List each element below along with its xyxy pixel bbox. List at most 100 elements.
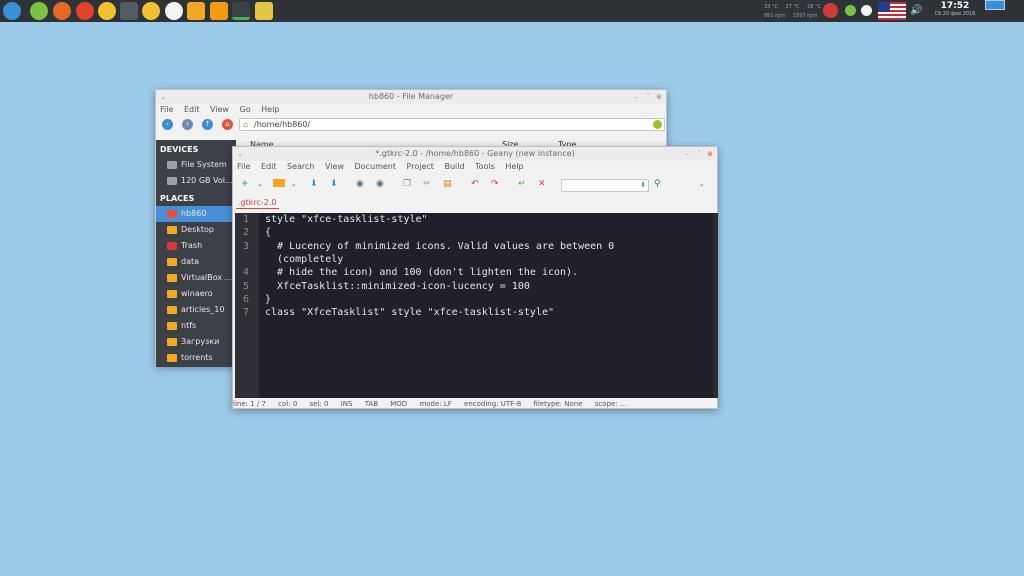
folder-icon (167, 354, 177, 362)
folder-icon[interactable] (187, 2, 205, 20)
folder-icon (167, 258, 177, 266)
forward-icon[interactable]: › (182, 119, 193, 130)
sidebar-item-downloads[interactable]: Загрузки (156, 334, 236, 350)
mail-icon[interactable] (98, 2, 116, 20)
keyboard-layout-flag-icon[interactable] (878, 2, 906, 20)
folder-icon (167, 322, 177, 330)
geany-maximize-button[interactable]: ˇ (698, 147, 702, 161)
firefox-dev-icon[interactable] (76, 2, 94, 20)
sensor-readouts: 33 °C 27 °C 28 °C 951 rpm 1597 rpm (764, 3, 827, 21)
geany-menu-icon[interactable]: ⌄ (237, 147, 243, 161)
show-desktop-button[interactable] (985, 0, 1005, 10)
vim-icon[interactable] (232, 2, 250, 20)
status-sel: sel: 0 (309, 400, 329, 408)
clock[interactable]: 17:52 Сб 20 фев 2016 (930, 1, 980, 17)
geany-menu-file[interactable]: File (237, 162, 250, 171)
devices-heading: DEVICES (160, 145, 199, 154)
stop-icon[interactable]: ✕ (538, 179, 546, 189)
sidebar-item-volume[interactable]: 120 GB Vol... (156, 173, 236, 189)
top-panel: 33 °C 27 °C 28 °C 951 rpm 1597 rpm 🔊 17:… (0, 0, 1024, 22)
revert-icon[interactable]: ◉ (356, 179, 364, 189)
sidebar-item-label: ntfs (181, 321, 197, 330)
toolbar-overflow-icon[interactable]: ⌄ (699, 179, 705, 189)
fm-menu-edit[interactable]: Edit (184, 105, 200, 114)
geany-titlebar[interactable]: ⌄ *.gtkrc-2.0 - /home/hb860 - Geany (new… (233, 147, 717, 161)
sidebar-item-trash[interactable]: Trash (156, 238, 236, 254)
geany-menu-help[interactable]: Help (505, 162, 523, 171)
search-icon[interactable]: ⚲ (654, 179, 661, 189)
geany-menu-build[interactable]: Build (444, 162, 464, 171)
drive-icon (167, 161, 177, 169)
open-file-icon[interactable] (273, 179, 285, 187)
geany-menu-edit[interactable]: Edit (261, 162, 277, 171)
save-all-icon[interactable]: ⬇ (330, 179, 338, 189)
code-editor[interactable]: 1 23 456 7 style "xfce-tasklist-style" { # L… (235, 213, 718, 398)
browser-green-icon[interactable] (30, 2, 48, 20)
geany-close-button[interactable]: ⊗ (707, 147, 713, 161)
volume-icon[interactable]: 🔊 (910, 5, 922, 16)
fm-menu-help[interactable]: Help (261, 105, 279, 114)
paste-icon[interactable]: ▤ (443, 179, 452, 189)
open-dropdown-icon[interactable]: ⌄ (291, 179, 297, 189)
line-number: 7 (242, 307, 249, 319)
home-folder-icon (167, 210, 177, 218)
fm-menu-view[interactable]: View (210, 105, 229, 114)
jump-icon[interactable]: ↵ (518, 179, 526, 189)
save-icon[interactable]: ⬇ (310, 179, 318, 189)
fm-maximize-button[interactable]: ˇ (647, 90, 651, 104)
fm-minimize-button[interactable]: – (635, 90, 639, 104)
geany-menu-tools[interactable]: Tools (475, 162, 495, 171)
geany-icon[interactable] (142, 2, 160, 20)
undo-icon[interactable]: ↶ (471, 179, 479, 189)
back-icon[interactable]: ‹ (162, 119, 173, 130)
new-file-icon[interactable]: + (241, 179, 249, 189)
update-icon[interactable] (823, 3, 838, 18)
geany-menu-view[interactable]: View (325, 162, 344, 171)
terminal-icon[interactable] (120, 2, 138, 20)
vertical-scrollbar[interactable] (713, 213, 718, 398)
search-clear-icon[interactable]: ⬇ (640, 181, 646, 189)
geany-title: *.gtkrc-2.0 - /home/hb860 - Geany (new i… (375, 149, 575, 158)
go-icon[interactable] (653, 120, 662, 129)
app-menu-icon[interactable] (3, 2, 21, 20)
task-manager-icon[interactable] (165, 2, 183, 20)
sidebar-item-desktop[interactable]: Desktop (156, 222, 236, 238)
folder-home-icon[interactable] (210, 2, 228, 20)
fm-close-button[interactable]: ⊗ (656, 90, 662, 104)
sidebar-item-home[interactable]: hb860 (156, 206, 236, 222)
search-input[interactable]: ⬇ (561, 179, 649, 192)
line-number: 3 (242, 240, 249, 252)
sidebar-item-virtualbox[interactable]: VirtualBox ... (156, 270, 236, 286)
geany-menu-document[interactable]: Document (355, 162, 396, 171)
line-number: 6 (242, 293, 249, 305)
cut-icon[interactable]: ✂ (423, 179, 431, 189)
geany-minimize-button[interactable]: – (686, 147, 690, 161)
close-doc-icon[interactable]: ◉ (376, 179, 384, 189)
location-bar[interactable]: ⌂ /home/hb860/ (239, 118, 665, 131)
fm-menu-icon[interactable]: ⌄ (160, 90, 166, 104)
sidebar-item-torrents[interactable]: torrents (156, 350, 236, 366)
sidebar-item-winaero[interactable]: winaero (156, 286, 236, 302)
temp-3: 28 °C (807, 4, 822, 10)
chat-icon[interactable] (861, 5, 872, 16)
path-home-icon: ⌂ (243, 120, 249, 129)
fm-titlebar[interactable]: ⌄ hb860 - File Manager – ˇ ⊗ (156, 90, 666, 104)
copy-icon[interactable]: ❐ (403, 179, 411, 189)
redo-icon[interactable]: ↷ (491, 179, 499, 189)
geany-menu-search[interactable]: Search (287, 162, 314, 171)
tools-icon[interactable] (255, 2, 273, 20)
code-line: (completely (265, 253, 344, 265)
new-dropdown-icon[interactable]: ⌄ (257, 179, 263, 189)
network-icon[interactable] (845, 5, 856, 16)
fm-menu-file[interactable]: File (160, 105, 173, 114)
geany-menu-project[interactable]: Project (407, 162, 434, 171)
sidebar-item-articles[interactable]: articles_10 (156, 302, 236, 318)
tab-gtkrc[interactable]: .gtkrc-2.0 (236, 197, 279, 209)
fm-menu-go[interactable]: Go (240, 105, 251, 114)
sidebar-item-filesystem[interactable]: File System (156, 157, 236, 173)
home-icon[interactable]: ⌂ (222, 119, 233, 130)
firefox-icon[interactable] (53, 2, 71, 20)
sidebar-item-ntfs[interactable]: ntfs (156, 318, 236, 334)
sidebar-item-data[interactable]: data (156, 254, 236, 270)
up-icon[interactable]: ↑ (202, 119, 213, 130)
